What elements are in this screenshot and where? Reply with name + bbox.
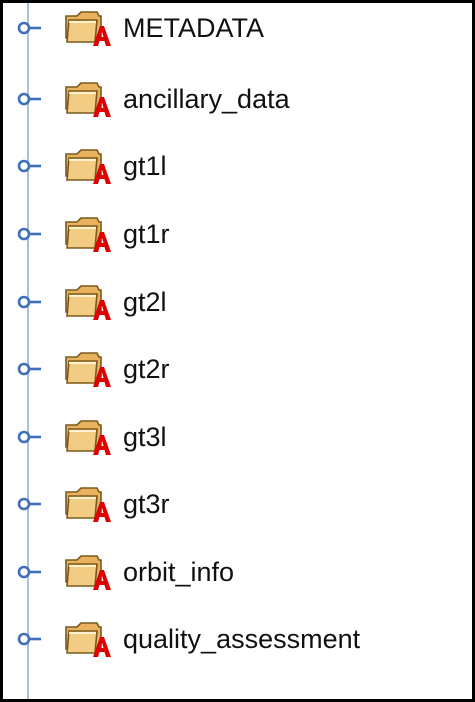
tree-node-label[interactable]: quality_assessment <box>123 621 360 657</box>
expand-handle-icon[interactable] <box>17 227 61 241</box>
folder-icon <box>65 622 111 657</box>
tree-node-4[interactable]: gt2l <box>3 274 472 330</box>
tree-node-label[interactable]: orbit_info <box>123 554 234 590</box>
tree-node-7[interactable]: gt3r <box>3 476 472 532</box>
expand-handle-icon[interactable] <box>17 565 61 579</box>
tree-node-label[interactable]: gt1r <box>123 216 170 252</box>
expand-handle-icon[interactable] <box>17 92 61 106</box>
folder-icon <box>65 487 111 522</box>
folder-icon <box>65 11 111 46</box>
expand-handle-icon[interactable] <box>17 159 61 173</box>
tree-node-2[interactable]: gt1l <box>3 138 472 194</box>
tree-node-8[interactable]: orbit_info <box>3 544 472 600</box>
tree-node-1[interactable]: ancillary_data <box>3 71 472 127</box>
tree-node-label[interactable]: gt3l <box>123 419 167 455</box>
expand-handle-icon[interactable] <box>17 632 61 646</box>
tree-node-label[interactable]: gt2r <box>123 351 170 387</box>
tree-node-label[interactable]: gt2l <box>123 284 167 320</box>
expand-handle-icon[interactable] <box>17 362 61 376</box>
folder-icon <box>65 82 111 117</box>
tree-node-label[interactable]: METADATA <box>123 10 264 46</box>
folder-icon <box>65 285 111 320</box>
folder-icon <box>65 420 111 455</box>
folder-icon <box>65 217 111 252</box>
tree-node-label[interactable]: gt3r <box>123 486 170 522</box>
expand-handle-icon[interactable] <box>17 430 61 444</box>
folder-icon <box>65 149 111 184</box>
tree-node-0[interactable]: METADATA <box>3 3 472 56</box>
tree-node-label[interactable]: ancillary_data <box>123 81 290 117</box>
tree-node-6[interactable]: gt3l <box>3 409 472 465</box>
tree-node-label[interactable]: gt1l <box>123 148 167 184</box>
tree-node-9[interactable]: quality_assessment <box>3 611 472 667</box>
folder-icon <box>65 555 111 590</box>
folder-icon <box>65 352 111 387</box>
expand-handle-icon[interactable] <box>17 295 61 309</box>
hdf-tree-panel: METADATA ancillary_data gt1l gt1r gt2l g… <box>0 0 475 702</box>
expand-handle-icon[interactable] <box>17 497 61 511</box>
tree-node-3[interactable]: gt1r <box>3 206 472 262</box>
tree-node-5[interactable]: gt2r <box>3 341 472 397</box>
expand-handle-icon[interactable] <box>17 21 61 35</box>
